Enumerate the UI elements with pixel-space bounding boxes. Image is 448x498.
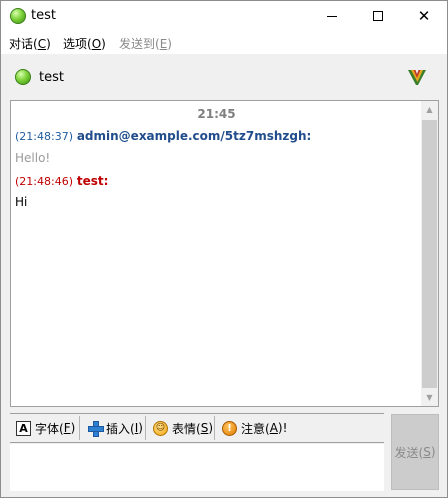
emoticon-button[interactable]: ☺ 表情(S) bbox=[151, 417, 213, 439]
menu-conversation-tail: ) bbox=[46, 37, 51, 51]
menu-options-label: 选项( bbox=[63, 37, 92, 51]
minimize-button[interactable] bbox=[309, 1, 355, 31]
message-timestamp: (21:48:46) bbox=[15, 175, 73, 188]
menu-send-to-label: 发送到( bbox=[119, 37, 160, 51]
menu-conversation-accel: C bbox=[37, 37, 47, 51]
chat-window: test ✕ 对话(C) 选项(O) 发送到(E) test 21:45 (21… bbox=[0, 0, 448, 498]
send-tail: ) bbox=[430, 445, 436, 459]
message-nick: admin@example.com/5tz7mshzgh: bbox=[76, 129, 312, 143]
font-label: 字体( bbox=[35, 421, 64, 436]
menu-send-to[interactable]: 发送到(E) bbox=[119, 35, 172, 52]
time-separator: 21:45 bbox=[197, 107, 236, 121]
minimize-icon bbox=[327, 15, 337, 17]
window-title: test bbox=[31, 8, 56, 23]
toolbar-divider bbox=[79, 416, 80, 440]
font-button[interactable]: A 字体(F) bbox=[14, 417, 75, 439]
attention-tail: )! bbox=[277, 421, 288, 435]
menu-options-tail: ) bbox=[101, 37, 106, 51]
chat-log[interactable]: 21:45 (21:48:37) admin@example.com/5tz7m… bbox=[10, 100, 439, 407]
attention-icon: ! bbox=[222, 420, 237, 436]
attention-button[interactable]: ! 注意(A)! bbox=[220, 417, 287, 439]
font-tail: ) bbox=[70, 421, 76, 435]
send-button[interactable]: 发送(S) bbox=[391, 414, 439, 490]
send-accel: S bbox=[423, 445, 431, 459]
menu-conversation[interactable]: 对话(C) bbox=[9, 35, 51, 52]
maximize-button[interactable] bbox=[355, 1, 401, 31]
toolbar-divider bbox=[214, 416, 215, 440]
scroll-up-icon[interactable]: ▲ bbox=[421, 101, 438, 118]
close-button[interactable]: ✕ bbox=[401, 1, 447, 31]
close-icon: ✕ bbox=[417, 6, 431, 25]
contact-status-icon bbox=[15, 69, 31, 85]
vcard-icon[interactable] bbox=[407, 68, 427, 86]
emote-tail: ) bbox=[208, 421, 213, 435]
menu-conversation-label: 对话( bbox=[9, 37, 38, 51]
attention-accel: A bbox=[269, 421, 278, 435]
message-header: (21:48:37) admin@example.com/5tz7mshzgh: bbox=[15, 129, 311, 143]
message-body: Hello! bbox=[15, 151, 51, 165]
message-body: Hi bbox=[15, 195, 28, 209]
format-toolbar: A 字体(F) 插入(I) ☺ 表情(S) ! 注意(A)! bbox=[10, 413, 384, 443]
menu-send-to-tail: ) bbox=[167, 37, 172, 51]
menu-options[interactable]: 选项(O) bbox=[63, 35, 106, 52]
menu-options-accel: O bbox=[91, 37, 102, 51]
title-bar[interactable]: test ✕ bbox=[1, 1, 447, 31]
message-header: (21:48:46) test: bbox=[15, 174, 108, 188]
contact-name: test bbox=[39, 70, 64, 85]
smiley-icon: ☺ bbox=[153, 420, 168, 436]
insert-label: 插入( bbox=[106, 421, 135, 436]
message-timestamp: (21:48:37) bbox=[15, 130, 73, 143]
plus-icon bbox=[88, 421, 104, 437]
scroll-thumb[interactable] bbox=[422, 120, 437, 388]
chat-scrollbar[interactable]: ▲ ▼ bbox=[421, 101, 438, 406]
insert-tail: ) bbox=[138, 421, 143, 435]
message-nick: test: bbox=[76, 174, 109, 188]
scroll-down-icon[interactable]: ▼ bbox=[421, 389, 438, 406]
maximize-icon bbox=[373, 11, 383, 21]
message-input[interactable] bbox=[10, 444, 384, 491]
attention-label: 注意( bbox=[241, 421, 270, 436]
contact-header: test bbox=[1, 54, 447, 99]
send-label: 发送( bbox=[394, 445, 424, 460]
menu-bar: 对话(C) 选项(O) 发送到(E) bbox=[1, 31, 447, 54]
emote-label: 表情( bbox=[172, 421, 201, 436]
font-icon: A bbox=[16, 420, 31, 436]
insert-button[interactable]: 插入(I) bbox=[86, 417, 143, 439]
emote-accel: S bbox=[200, 421, 209, 435]
toolbar-divider bbox=[145, 416, 146, 440]
online-status-icon bbox=[10, 8, 26, 24]
font-accel: F bbox=[63, 421, 71, 435]
